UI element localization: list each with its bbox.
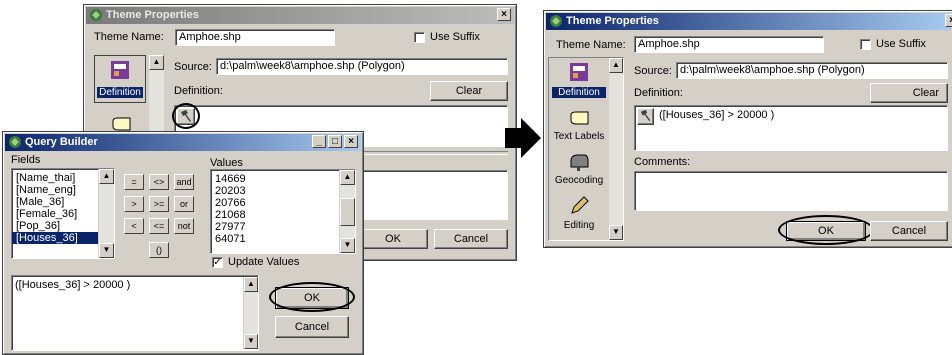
value-item[interactable]: 21068: [211, 209, 355, 221]
highlight-circle: [172, 103, 200, 129]
query-builder-dialog: Query Builder _ □ × Fields [Name_thai] […: [2, 131, 364, 355]
category-label: Text Labels: [553, 131, 605, 142]
not-button[interactable]: not: [174, 218, 194, 234]
close-button[interactable]: ×: [497, 8, 511, 21]
value-item[interactable]: 20766: [211, 197, 355, 209]
cancel-button[interactable]: Cancel: [434, 229, 508, 249]
source-field: d:\palm\week8\amphoe.shp (Polygon): [676, 62, 948, 79]
minimize-button[interactable]: _: [312, 135, 326, 148]
source-label: Source:: [174, 61, 212, 73]
less-than-button[interactable]: <: [124, 218, 144, 234]
scroll-thumb[interactable]: [340, 198, 355, 226]
use-suffix-checkbox[interactable]: [860, 39, 871, 50]
scroll-up-button[interactable]: ▲: [609, 58, 623, 73]
theme-properties-dialog-right: Theme Properties × Theme Name: Amphoe.sh…: [543, 10, 952, 248]
values-label: Values: [210, 157, 243, 169]
greater-than-button[interactable]: >: [124, 196, 144, 212]
use-suffix-label: Use Suffix: [876, 38, 926, 50]
value-item[interactable]: 27977: [211, 221, 355, 233]
scroll-down-button[interactable]: ▼: [99, 243, 114, 258]
use-suffix-label: Use Suffix: [430, 31, 480, 43]
scroll-up-button[interactable]: ▲: [99, 169, 114, 184]
fields-label: Fields: [11, 154, 41, 166]
definition-category[interactable]: Definition: [550, 59, 608, 105]
greater-equal-button[interactable]: >=: [149, 196, 169, 212]
title-bar[interactable]: Theme Properties: [546, 13, 951, 30]
mailbox-icon: [570, 154, 589, 171]
scroll-down-button[interactable]: ▼: [244, 334, 258, 349]
theme-name-input[interactable]: Amphoe.shp: [175, 29, 335, 46]
definition-category-label: Definition: [97, 87, 143, 98]
or-button[interactable]: or: [174, 196, 194, 212]
category-label: Editing: [563, 220, 595, 231]
hammer-icon: [640, 109, 651, 122]
scroll-up-button[interactable]: ▲: [149, 55, 164, 70]
text-labels-icon: [570, 111, 589, 125]
definition-label: Definition:: [174, 85, 223, 97]
source-label: Source:: [634, 65, 672, 77]
ok-button[interactable]: OK: [358, 229, 428, 249]
scroll-up-button[interactable]: ▲: [244, 277, 258, 292]
clear-button[interactable]: Clear: [430, 81, 508, 101]
highlight-circle: [269, 282, 355, 312]
definition-icon: [570, 63, 588, 81]
definition-category[interactable]: Definition: [94, 55, 146, 103]
theme-icon: [90, 9, 102, 21]
pencil-icon: [571, 196, 589, 214]
expression-scrollbar[interactable]: ▲ ▼: [243, 277, 258, 349]
text-labels-category[interactable]: Text Labels: [550, 111, 608, 147]
cancel-button[interactable]: Cancel: [870, 221, 948, 241]
theme-icon: [550, 15, 562, 27]
value-item[interactable]: 64071: [211, 233, 355, 245]
source-field: d:\palm\week8\amphoe.shp (Polygon): [216, 58, 508, 75]
comments-field[interactable]: [634, 171, 948, 211]
and-button[interactable]: and: [174, 174, 194, 190]
equals-button[interactable]: =: [124, 174, 144, 190]
parentheses-button[interactable]: (): [149, 242, 169, 258]
highlight-circle: [778, 215, 874, 245]
category-label: Geocoding: [554, 175, 604, 186]
title-bar[interactable]: Query Builder: [5, 134, 361, 151]
use-suffix-checkbox[interactable]: [414, 32, 425, 43]
value-item[interactable]: 20203: [211, 185, 355, 197]
query-builder-button[interactable]: [637, 108, 654, 125]
scroll-up-button[interactable]: ▲: [340, 170, 355, 185]
arrow-right-icon: [505, 118, 541, 158]
definition-icon: [111, 61, 129, 79]
definition-label: Definition:: [634, 87, 683, 99]
category-scrollbar[interactable]: ▲ ▼: [608, 58, 623, 240]
fields-list[interactable]: [Name_thai] [Name_eng] [Male_36] [Female…: [11, 168, 115, 259]
theme-name-label: Theme Name:: [94, 31, 164, 43]
not-equal-button[interactable]: <>: [149, 174, 169, 190]
title-bar[interactable]: Theme Properties: [86, 7, 514, 24]
scroll-down-button[interactable]: ▼: [609, 225, 623, 240]
less-equal-button[interactable]: <=: [149, 218, 169, 234]
category-label: Definition: [552, 87, 606, 98]
theme-name-input[interactable]: Amphoe.shp: [634, 36, 824, 53]
value-item[interactable]: 14669: [211, 173, 355, 185]
scroll-down-button[interactable]: ▼: [340, 238, 355, 253]
update-values-label: Update Values: [228, 256, 300, 268]
update-values-checkbox[interactable]: ✓: [212, 257, 223, 268]
fields-scrollbar[interactable]: ▲ ▼: [98, 169, 114, 258]
close-button[interactable]: ×: [945, 14, 952, 27]
window-title: Theme Properties: [106, 9, 199, 21]
values-scrollbar[interactable]: ▲ ▼: [339, 170, 355, 253]
expression-field[interactable]: ([Houses_36] > 20000 ): [11, 275, 259, 351]
window-title: Theme Properties: [566, 15, 659, 27]
clear-button[interactable]: Clear: [870, 83, 948, 103]
cancel-button[interactable]: Cancel: [275, 316, 349, 338]
theme-icon: [9, 136, 21, 148]
editing-category[interactable]: Editing: [550, 195, 608, 237]
close-button[interactable]: ×: [344, 135, 358, 148]
geocoding-category[interactable]: Geocoding: [550, 153, 608, 189]
values-list[interactable]: 14669 20203 20766 21068 27977 64071 ▲ ▼: [210, 169, 356, 254]
window-title: Query Builder: [25, 136, 98, 148]
theme-name-label: Theme Name:: [556, 39, 626, 51]
definition-value: ([Houses_36] > 20000 ): [659, 109, 775, 121]
maximize-button[interactable]: □: [328, 135, 342, 148]
comments-label: Comments:: [634, 156, 691, 168]
